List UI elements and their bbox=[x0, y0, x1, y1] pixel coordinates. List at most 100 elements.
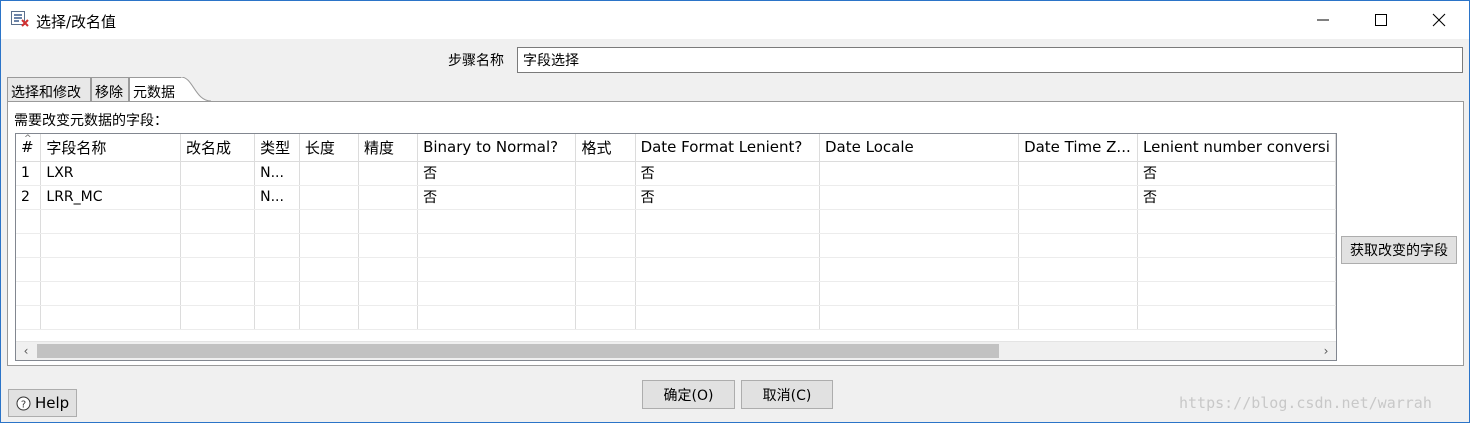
table-row[interactable]: 2 LRR_MC N... 否 否 否 bbox=[16, 185, 1336, 210]
cell-empty[interactable] bbox=[819, 305, 1020, 330]
column-header-type[interactable]: 类型 bbox=[254, 134, 300, 162]
tab-select-modify[interactable]: 选择和修改 bbox=[7, 77, 91, 101]
cell-empty[interactable] bbox=[575, 305, 636, 330]
table-row[interactable]: 1 LXR N... 否 否 否 bbox=[16, 161, 1336, 186]
cell-empty[interactable] bbox=[1137, 305, 1336, 330]
column-header-precision[interactable]: 精度 bbox=[358, 134, 419, 162]
cell-empty[interactable] bbox=[40, 209, 182, 234]
cell-empty[interactable] bbox=[819, 281, 1020, 306]
column-header-lenient-number-conversion[interactable]: Lenient number conversi bbox=[1137, 134, 1336, 162]
cell-empty[interactable] bbox=[16, 281, 42, 306]
cell-empty[interactable] bbox=[1018, 209, 1138, 234]
cell-empty[interactable] bbox=[417, 209, 577, 234]
cell-empty[interactable] bbox=[180, 281, 256, 306]
cell-date-locale[interactable] bbox=[819, 161, 1020, 186]
cell-empty[interactable] bbox=[635, 281, 820, 306]
cell-empty[interactable] bbox=[635, 257, 820, 282]
tab-metadata[interactable]: 元数据 bbox=[129, 77, 181, 102]
cell-empty[interactable] bbox=[16, 209, 42, 234]
maximize-button[interactable] bbox=[1352, 1, 1410, 39]
cell-empty[interactable] bbox=[635, 233, 820, 258]
cell-binary-to-normal[interactable]: 否 bbox=[417, 161, 577, 186]
cell-lenient-number-conversion[interactable]: 否 bbox=[1137, 161, 1336, 186]
cell-empty[interactable] bbox=[417, 281, 577, 306]
table-row-empty[interactable] bbox=[16, 233, 1336, 258]
cell-empty[interactable] bbox=[299, 209, 360, 234]
cell-empty[interactable] bbox=[819, 257, 1020, 282]
cell-empty[interactable] bbox=[417, 305, 577, 330]
cell-empty[interactable] bbox=[575, 209, 636, 234]
cell-type[interactable]: N... bbox=[254, 185, 300, 210]
column-header-date-format-lenient[interactable]: Date Format Lenient? bbox=[635, 134, 820, 162]
cell-field-name[interactable]: LXR bbox=[40, 161, 182, 186]
cell-empty[interactable] bbox=[299, 305, 360, 330]
cell-empty[interactable] bbox=[417, 257, 577, 282]
cell-date-format-lenient[interactable]: 否 bbox=[635, 185, 820, 210]
cell-empty[interactable] bbox=[40, 305, 182, 330]
cell-empty[interactable] bbox=[358, 257, 419, 282]
column-header-field-name[interactable]: 字段名称 bbox=[40, 134, 182, 162]
cell-empty[interactable] bbox=[299, 233, 360, 258]
cell-date-time-zone[interactable] bbox=[1018, 185, 1138, 210]
cell-empty[interactable] bbox=[635, 305, 820, 330]
cell-empty[interactable] bbox=[16, 257, 42, 282]
cell-empty[interactable] bbox=[1018, 281, 1138, 306]
cell-format[interactable] bbox=[575, 185, 636, 210]
column-header-date-time-zone[interactable]: Date Time Z... bbox=[1018, 134, 1138, 162]
minimize-button[interactable] bbox=[1294, 1, 1352, 39]
cell-field-name[interactable]: LRR_MC bbox=[40, 185, 182, 210]
cell-empty[interactable] bbox=[635, 209, 820, 234]
table-row-empty[interactable] bbox=[16, 281, 1336, 306]
table-row-empty[interactable] bbox=[16, 257, 1336, 282]
cell-date-time-zone[interactable] bbox=[1018, 161, 1138, 186]
column-header-length[interactable]: 长度 bbox=[299, 134, 360, 162]
cell-empty[interactable] bbox=[16, 305, 42, 330]
cell-empty[interactable] bbox=[358, 209, 419, 234]
cell-empty[interactable] bbox=[1137, 209, 1336, 234]
cell-empty[interactable] bbox=[254, 281, 300, 306]
cell-empty[interactable] bbox=[417, 233, 577, 258]
cell-length[interactable] bbox=[299, 161, 360, 186]
table-row-empty[interactable] bbox=[16, 209, 1336, 234]
cell-empty[interactable] bbox=[358, 281, 419, 306]
cell-empty[interactable] bbox=[180, 257, 256, 282]
cell-empty[interactable] bbox=[254, 209, 300, 234]
cell-empty[interactable] bbox=[575, 257, 636, 282]
cell-empty[interactable] bbox=[358, 233, 419, 258]
cell-type[interactable]: N... bbox=[254, 161, 300, 186]
cell-empty[interactable] bbox=[575, 281, 636, 306]
cell-empty[interactable] bbox=[40, 257, 182, 282]
cell-empty[interactable] bbox=[40, 233, 182, 258]
ok-button[interactable]: 确定(O) bbox=[642, 380, 735, 409]
cell-date-locale[interactable] bbox=[819, 185, 1020, 210]
cell-precision[interactable] bbox=[358, 185, 419, 210]
close-button[interactable] bbox=[1410, 1, 1468, 39]
cell-empty[interactable] bbox=[575, 233, 636, 258]
cell-empty[interactable] bbox=[299, 281, 360, 306]
cell-empty[interactable] bbox=[1018, 233, 1138, 258]
cell-binary-to-normal[interactable]: 否 bbox=[417, 185, 577, 210]
cell-empty[interactable] bbox=[180, 305, 256, 330]
table-row-empty[interactable] bbox=[16, 305, 1336, 330]
scroll-left-icon[interactable]: ‹ bbox=[18, 343, 34, 359]
horizontal-scrollbar[interactable]: ‹ › bbox=[16, 341, 1336, 360]
scroll-right-icon[interactable]: › bbox=[1318, 343, 1334, 359]
cell-empty[interactable] bbox=[1018, 305, 1138, 330]
column-header-binary-to-normal[interactable]: Binary to Normal? bbox=[417, 134, 577, 162]
cell-empty[interactable] bbox=[16, 233, 42, 258]
cell-date-format-lenient[interactable]: 否 bbox=[635, 161, 820, 186]
cell-empty[interactable] bbox=[819, 209, 1020, 234]
cell-empty[interactable] bbox=[254, 305, 300, 330]
cell-empty[interactable] bbox=[40, 281, 182, 306]
cell-format[interactable] bbox=[575, 161, 636, 186]
column-header-rename-to[interactable]: 改名成 bbox=[180, 134, 256, 162]
cell-precision[interactable] bbox=[358, 161, 419, 186]
scroll-thumb[interactable] bbox=[37, 344, 999, 358]
tab-remove[interactable]: 移除 bbox=[91, 77, 129, 101]
cell-rename-to[interactable] bbox=[180, 161, 256, 186]
cell-lenient-number-conversion[interactable]: 否 bbox=[1137, 185, 1336, 210]
get-changed-fields-button[interactable]: 获取改变的字段 bbox=[1341, 236, 1457, 264]
cell-empty[interactable] bbox=[819, 233, 1020, 258]
help-button[interactable]: ? Help bbox=[8, 389, 77, 417]
cell-rename-to[interactable] bbox=[180, 185, 256, 210]
